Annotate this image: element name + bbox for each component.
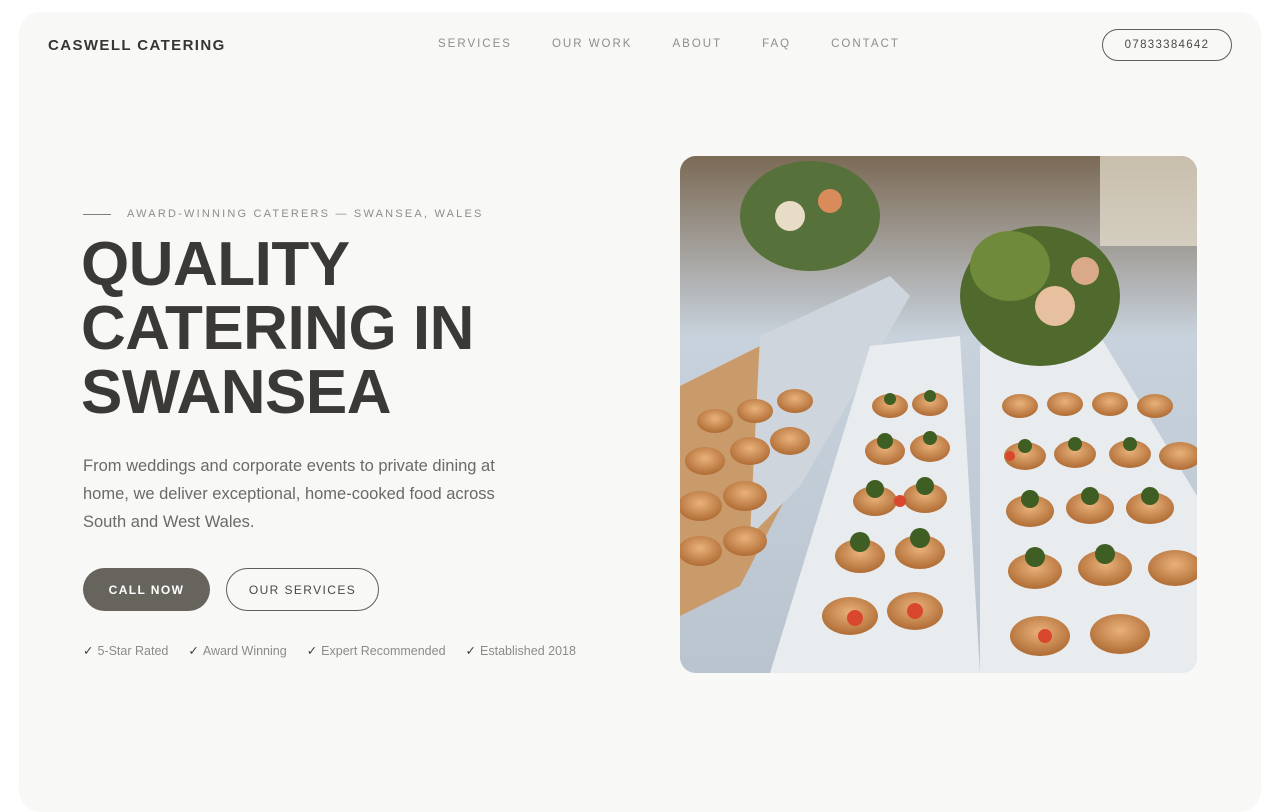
- page-container: CASWELL CATERING SERVICES OUR WORK ABOUT…: [19, 12, 1261, 812]
- check-icon: ✓: [83, 644, 94, 658]
- nav-faq[interactable]: FAQ: [762, 38, 791, 50]
- check-icon: ✓: [465, 644, 477, 658]
- headline-line-2: CATERING IN: [81, 294, 474, 363]
- nav-our-work[interactable]: OUR WORK: [552, 38, 633, 50]
- badge-5-star: ✓ 5-Star Rated: [83, 643, 168, 658]
- hero-image: [680, 156, 1197, 673]
- hero-description: From weddings and corporate events to pr…: [83, 457, 495, 531]
- check-icon: ✓: [188, 644, 199, 658]
- eyebrow-divider: [83, 213, 111, 215]
- headline-line-3: SWANSEA: [81, 358, 391, 427]
- our-services-button[interactable]: OUR SERVICES: [226, 568, 379, 611]
- badge-label: Expert Recommended: [321, 644, 446, 658]
- hero-eyebrow: AWARD-WINNING CATERERS — SWANSEA, WALES: [83, 208, 484, 220]
- check-icon: ✓: [306, 644, 318, 658]
- call-now-button[interactable]: CALL NOW: [83, 568, 210, 611]
- main-nav: SERVICES OUR WORK ABOUT FAQ CONTACT: [438, 38, 940, 50]
- badge-label: 5-Star Rated: [97, 644, 169, 658]
- trust-badges: ✓ 5-Star Rated ✓ Award Winning ✓ Expert Rec…: [83, 643, 576, 658]
- nav-contact[interactable]: CONTACT: [831, 38, 900, 50]
- brand-logo[interactable]: CASWELL CATERING: [48, 37, 226, 54]
- badge-award: ✓ Award Winning: [188, 643, 286, 658]
- badge-label: Established 2018: [480, 644, 576, 658]
- eyebrow-text: AWARD-WINNING CATERERS — SWANSEA, WALES: [127, 208, 484, 220]
- hero-headline: QUALITY CATERING IN SWANSEA: [81, 233, 601, 425]
- headline-line-1: QUALITY: [81, 230, 350, 299]
- badge-expert: ✓ Expert Recommended: [307, 643, 446, 658]
- badge-label: Award Winning: [202, 644, 287, 658]
- badge-established: ✓ Established 2018: [466, 643, 576, 658]
- nav-about[interactable]: ABOUT: [672, 38, 722, 50]
- phone-button[interactable]: 07833384642: [1102, 29, 1232, 61]
- nav-services[interactable]: SERVICES: [438, 38, 512, 50]
- catering-photo-icon: [680, 156, 1197, 673]
